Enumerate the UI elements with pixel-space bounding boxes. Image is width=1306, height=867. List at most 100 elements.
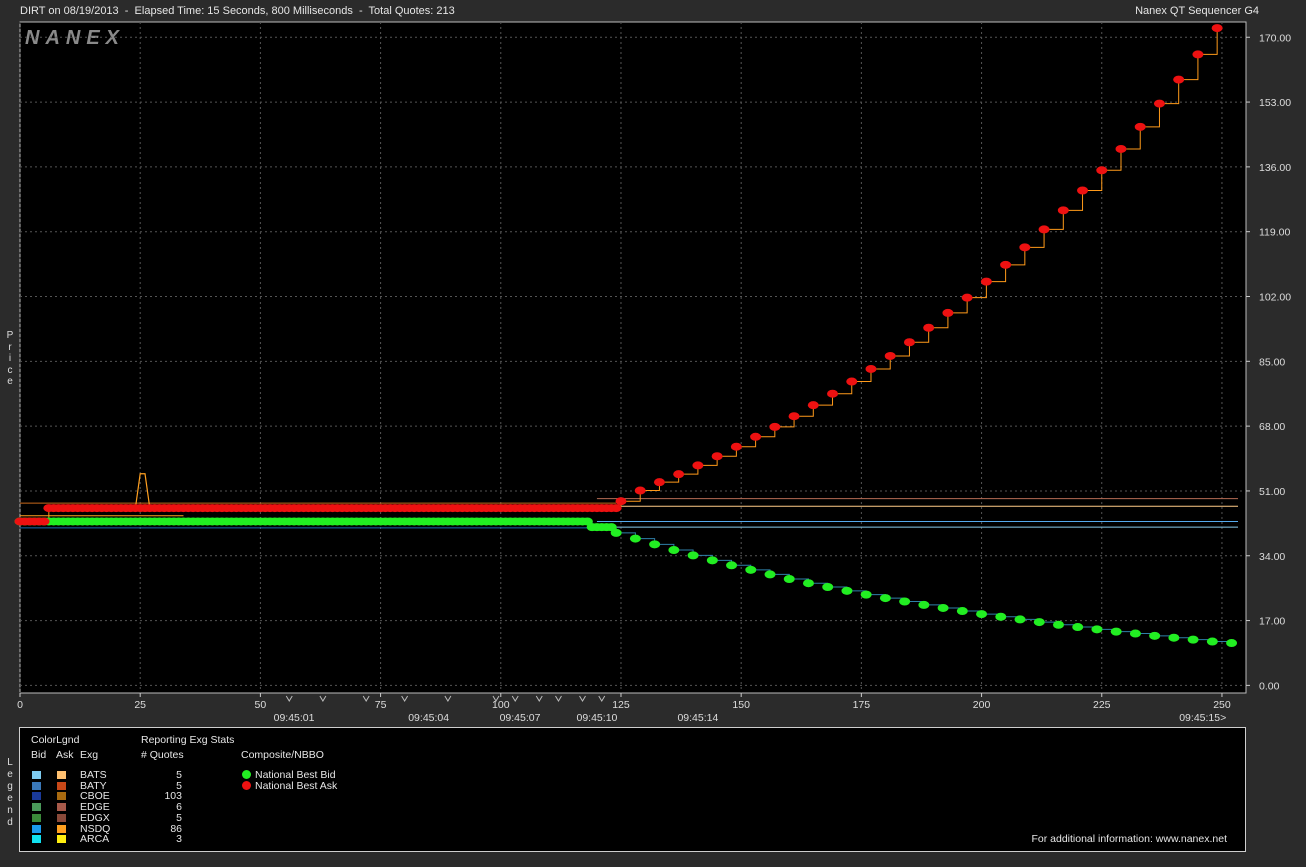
bid-marker: [745, 565, 757, 574]
time-marker: [598, 695, 606, 702]
bid-marker: [1226, 639, 1238, 648]
bid-marker: [976, 610, 988, 619]
bid-marker: [1052, 620, 1064, 629]
ask-marker: [827, 389, 839, 398]
ask-marker: [634, 486, 646, 495]
time-marker: [362, 695, 370, 702]
bid-marker: [668, 546, 680, 555]
ask-marker: [673, 470, 685, 479]
y-tick-label: 119.00: [1259, 227, 1290, 239]
time-label: 09:45:04: [408, 712, 449, 724]
ask-marker: [610, 504, 622, 513]
nbbo-dot: [242, 770, 251, 779]
x-tick-label: 25: [134, 699, 146, 711]
y-tick-label: 136.00: [1259, 162, 1291, 174]
bid-marker: [860, 590, 872, 599]
exchange-column-header: Exg: [80, 749, 99, 761]
ask-color-swatch: [57, 803, 66, 812]
color-legend-title: ColorLgnd: [31, 734, 80, 746]
y-tick-label: 68.00: [1259, 421, 1285, 433]
bid-marker: [841, 586, 853, 595]
time-label: 09:45:10: [577, 712, 618, 724]
bid-marker: [1129, 629, 1141, 638]
legend-vlabel-char: g: [7, 781, 13, 792]
legend-vlabel-char: n: [7, 805, 13, 816]
ask-marker: [769, 422, 781, 431]
price-vlabel-char: P: [6, 330, 14, 341]
ask-marker: [961, 293, 973, 302]
ask-marker: [1211, 24, 1223, 33]
exchange-quote-count: 3: [176, 833, 182, 846]
bid-marker: [783, 575, 795, 584]
bid-column-header: Bid: [31, 749, 47, 761]
price-vlabel-char: i: [8, 353, 12, 364]
y-tick-label: 85.00: [1259, 356, 1285, 368]
time-marker: [319, 695, 327, 702]
bid-marker: [802, 579, 814, 588]
ask-marker: [1192, 50, 1204, 59]
x-tick-label: 50: [255, 699, 267, 711]
ask-marker: [923, 323, 935, 332]
ask-marker: [730, 442, 742, 451]
bid-marker: [687, 551, 699, 560]
bid-marker: [1014, 615, 1026, 624]
ask-marker: [38, 517, 50, 526]
ask-color-swatch: [57, 771, 66, 779]
composite-title: Composite/NBBO: [241, 749, 324, 761]
y-axis-label: Price: [5, 330, 15, 388]
bid-color-swatch: [32, 803, 41, 812]
ask-marker: [1134, 122, 1146, 131]
time-marker: [401, 695, 409, 702]
bid-marker: [1033, 618, 1045, 627]
ask-color-swatch: [57, 835, 66, 844]
x-tick-label: 225: [1093, 699, 1111, 711]
y-tick-label: 51.00: [1259, 486, 1285, 498]
ask-marker: [980, 277, 992, 286]
bid-marker: [1149, 631, 1161, 640]
bid-color-swatch: [32, 813, 41, 822]
ask-marker: [807, 401, 819, 410]
bid-marker: [822, 583, 834, 592]
legend-vlabel-char: L: [7, 757, 13, 768]
ask-color-swatch: [57, 813, 66, 822]
time-label: 09:45:07: [500, 712, 541, 724]
ask-marker: [865, 364, 877, 373]
legend-vlabel-char: e: [7, 793, 13, 804]
ask-marker: [903, 338, 915, 347]
x-tick-label: 250: [1213, 699, 1231, 711]
bid-color-swatch: [32, 835, 41, 844]
y-tick-label: 17.00: [1259, 616, 1285, 628]
nbbo-dot: [242, 781, 251, 790]
time-marker: [555, 695, 562, 702]
ask-marker: [711, 452, 723, 461]
time-marker: [511, 695, 519, 702]
x-tick-label: 100: [492, 699, 510, 711]
y-tick-label: 34.00: [1259, 551, 1285, 563]
bid-marker: [879, 594, 891, 603]
nbbo-label: National Best Ask: [255, 780, 338, 792]
bid-marker: [1110, 627, 1122, 636]
x-tick-label: 150: [732, 699, 750, 711]
bid-marker: [1187, 635, 1199, 644]
ask-marker: [788, 412, 800, 421]
ask-marker: [615, 497, 627, 506]
ask-marker: [1115, 144, 1127, 153]
ask-marker: [1153, 99, 1165, 108]
ask-marker: [1038, 225, 1050, 234]
ask-marker: [1057, 206, 1069, 215]
price-vlabel-char: e: [7, 376, 13, 387]
footer-info: For additional information: www.nanex.ne…: [1031, 833, 1227, 845]
plot-area: [19, 21, 1247, 694]
ask-marker: [1096, 166, 1108, 175]
legend-vertical-label: Legend: [5, 757, 15, 829]
watermark-logo: NANEX: [25, 27, 125, 49]
y-tick-label: 153.00: [1259, 97, 1291, 109]
bid-marker: [956, 607, 968, 616]
ask-color-swatch: [57, 792, 66, 801]
bid-marker: [918, 600, 930, 609]
bid-marker: [1206, 637, 1218, 646]
ask-color-swatch: [57, 781, 66, 790]
ask-marker: [884, 351, 896, 360]
x-tick-label: 0: [17, 699, 23, 711]
bid-marker: [649, 540, 661, 549]
